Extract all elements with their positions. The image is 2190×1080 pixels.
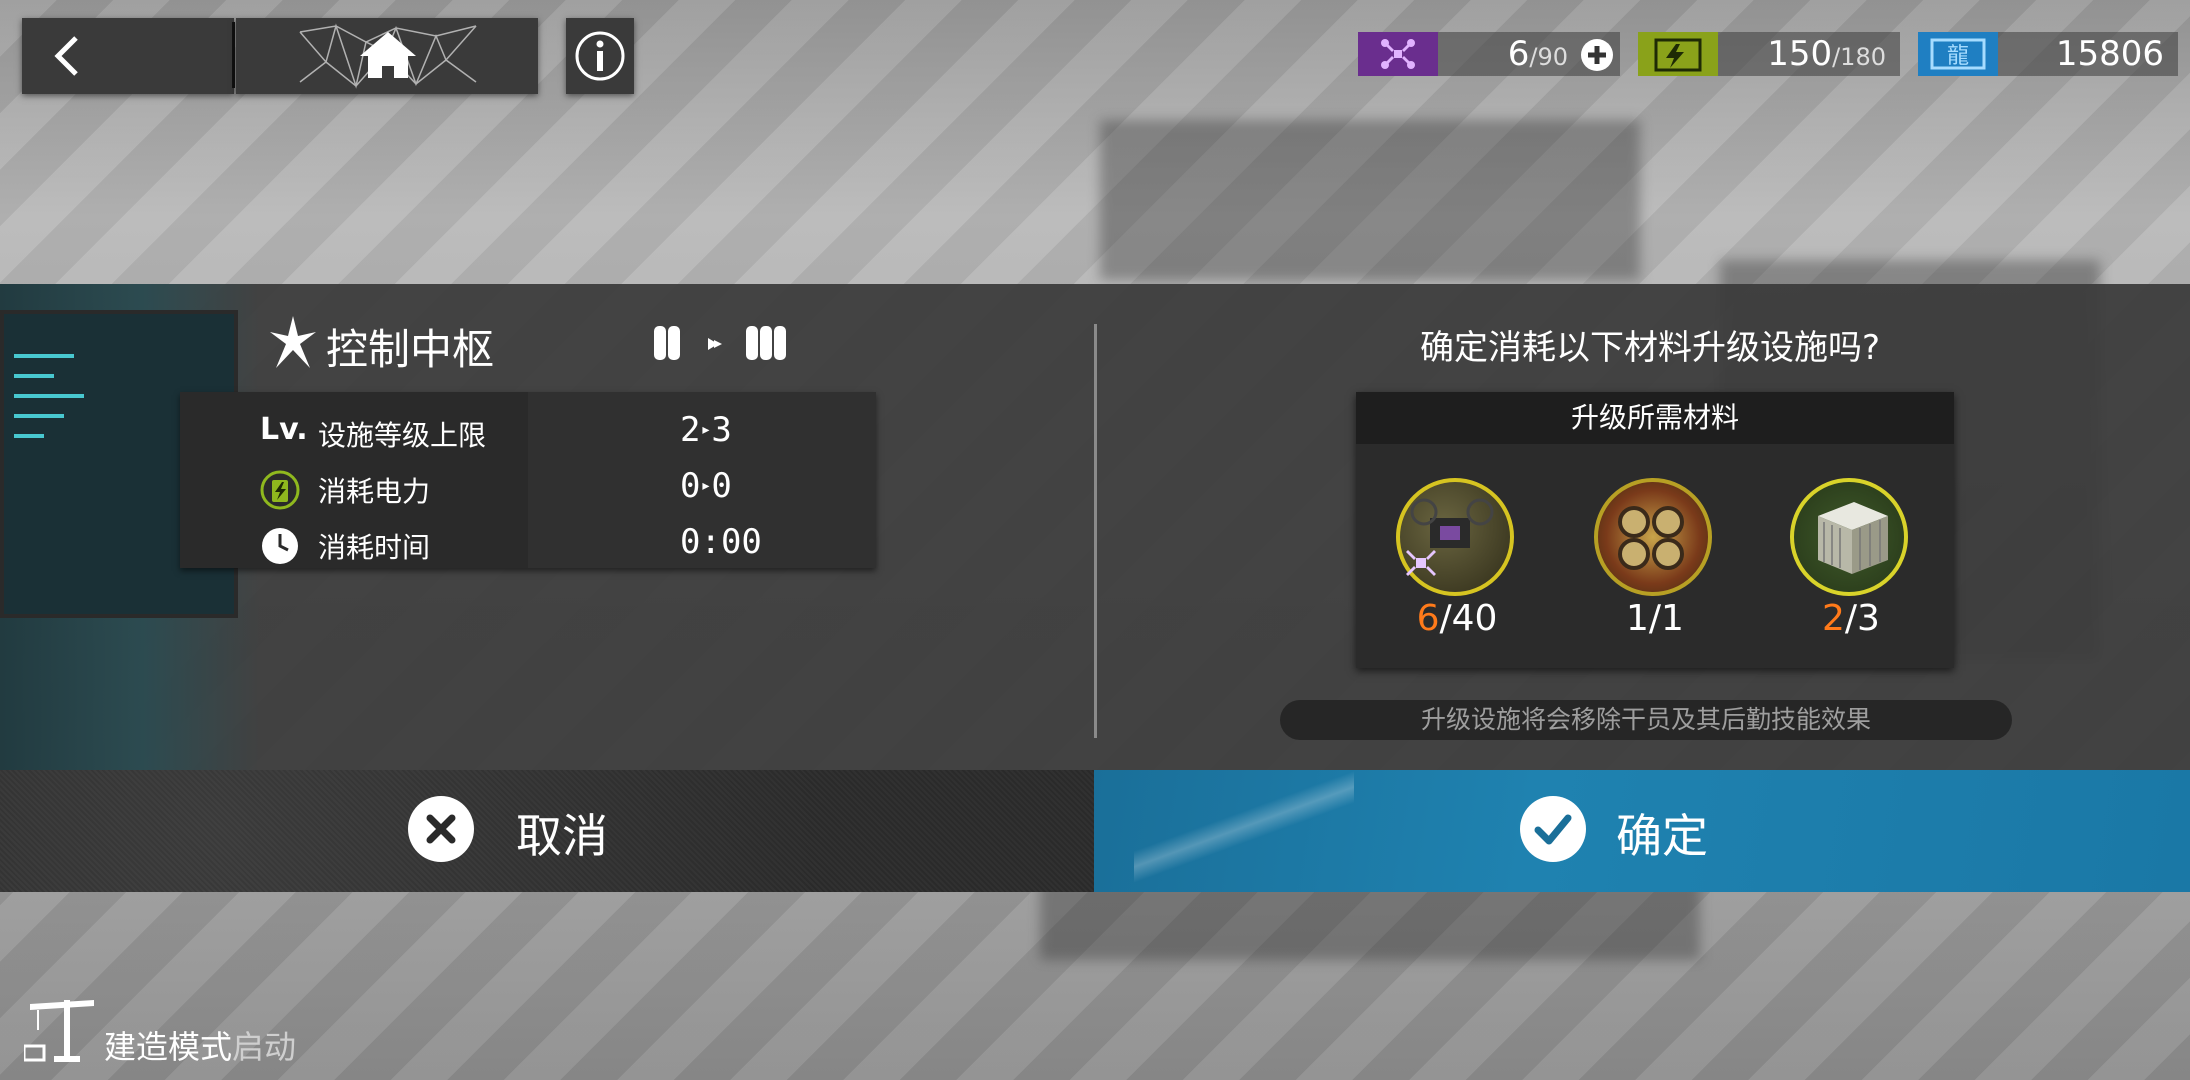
info-button[interactable]: [566, 18, 634, 94]
material-item[interactable]: 1/1: [1590, 478, 1720, 648]
power-resource: 150/180: [1638, 32, 1900, 76]
materials-title: 升级所需材料: [1356, 392, 1954, 444]
back-button[interactable]: [22, 18, 234, 94]
device-material-icon: [1618, 506, 1684, 570]
drone-max: /90: [1529, 43, 1568, 71]
material-count: 1/1: [1626, 598, 1684, 639]
lmd-value: 15806: [2055, 34, 2164, 74]
close-icon: [408, 796, 474, 862]
check-icon: [1520, 796, 1586, 862]
confirm-question: 确定消耗以下材料升级设施吗?: [1419, 328, 1881, 368]
clock-icon: [262, 528, 298, 564]
stat-label: 消耗电力: [318, 475, 431, 508]
material-item[interactable]: 2/3: [1786, 478, 1916, 648]
material-item[interactable]: 6/40: [1392, 478, 1522, 648]
stat-level-cap: Lv. 设施等级上限 2▸3: [180, 404, 876, 460]
power-current: 150: [1767, 34, 1833, 74]
level-change-icon: [654, 326, 786, 360]
crate-material-icon: [1818, 502, 1888, 574]
crane-icon: [24, 1000, 94, 1062]
home-button[interactable]: [236, 18, 538, 94]
material-count: 2/3: [1822, 598, 1880, 639]
lmd-resource: 龍 15806: [1918, 32, 2178, 76]
confirm-label: 确定: [1616, 809, 1708, 863]
cancel-button[interactable]: 取消: [0, 770, 1094, 892]
power-max: /180: [1832, 43, 1886, 71]
lmd-icon: 龍: [1918, 32, 1998, 76]
build-mode-label: 建造模式启动: [104, 1028, 297, 1066]
add-drone-icon[interactable]: [1580, 38, 1614, 72]
facility-stats: Lv. 设施等级上限 2▸3 消耗电力 0▸0 消耗时间 0:00: [180, 392, 876, 568]
stat-value: 0:00: [680, 522, 762, 562]
home-icon: [299, 23, 477, 89]
confirm-button[interactable]: 确定: [1094, 770, 2190, 892]
stat-label: 设施等级上限: [318, 419, 487, 452]
drone-material-icon: [1406, 498, 1494, 576]
back-arrow-icon: [54, 36, 78, 76]
info-icon: [575, 31, 625, 81]
cancel-label: 取消: [516, 809, 608, 863]
stat-time: 消耗时间 0:00: [180, 516, 876, 572]
stat-power: 消耗电力 0▸0: [180, 460, 876, 516]
stat-label: 消耗时间: [318, 531, 431, 564]
toolbar-divider: [232, 22, 235, 88]
stat-value: 0▸0: [680, 466, 732, 506]
drone-icon: [1358, 32, 1438, 76]
drone-count: 6: [1507, 34, 1530, 74]
stat-value: 2▸3: [680, 410, 732, 450]
level-icon: Lv.: [260, 412, 308, 447]
drone-resource: 6/90: [1358, 32, 1620, 76]
facility-name: 控制中枢: [326, 325, 495, 374]
panel-divider: [1094, 324, 1097, 738]
power-consumption-icon: [260, 470, 300, 510]
materials-box: 升级所需材料 6/40 1/1 2/3: [1356, 392, 1954, 668]
material-count: 6/40: [1416, 598, 1498, 639]
svg-text:龍: 龍: [1947, 44, 1969, 69]
control-center-icon: [270, 316, 316, 368]
upgrade-warning: 升级设施将会移除干员及其后勤技能效果: [1280, 700, 2012, 740]
battery-icon: [1638, 32, 1718, 76]
